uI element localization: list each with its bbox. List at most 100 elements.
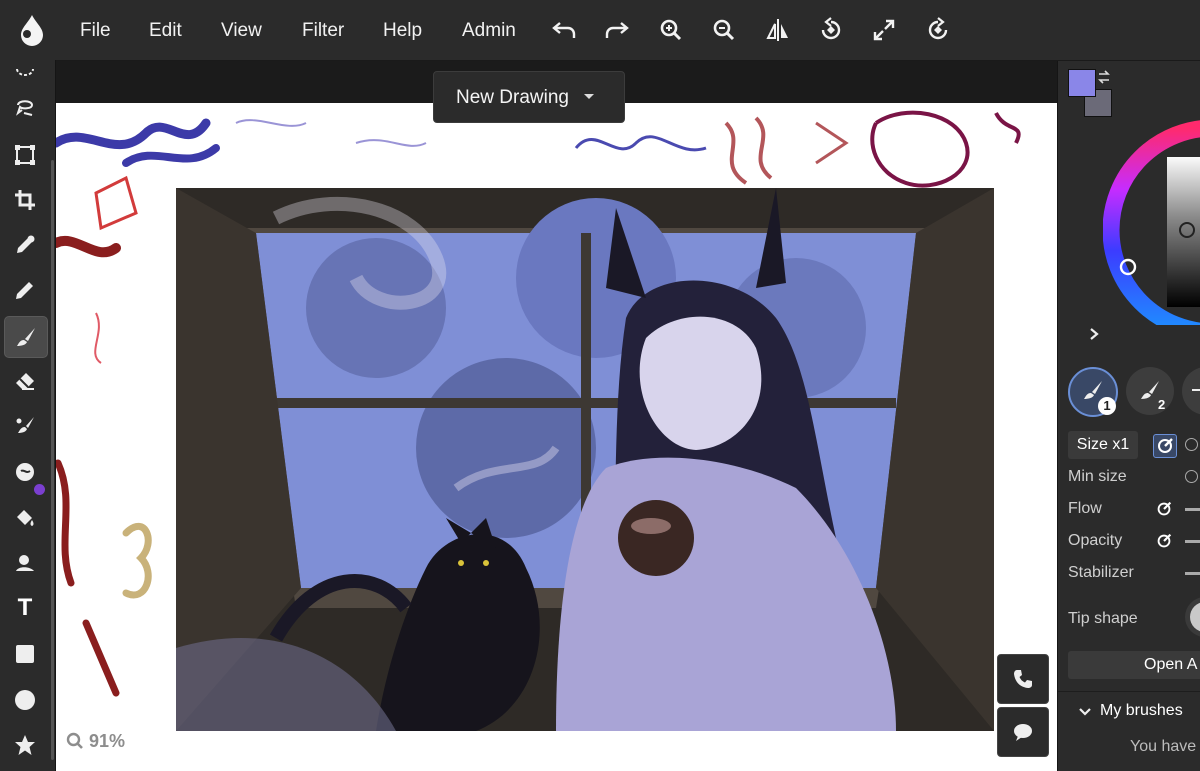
drawing-canvas[interactable] (56, 103, 1057, 771)
pencil-icon (16, 282, 33, 299)
text-icon: T (17, 594, 33, 621)
lasso-icon (16, 100, 34, 116)
eyedropper-tool[interactable] (4, 225, 46, 265)
redo-icon[interactable] (603, 16, 631, 44)
fill-tool[interactable] (4, 498, 46, 538)
stamp-tool[interactable] (4, 544, 46, 584)
brush-slot-3[interactable] (1182, 367, 1200, 415)
blend-icon (16, 417, 34, 433)
flow-label: Flow (1068, 500, 1102, 517)
undo-icon[interactable] (550, 16, 578, 44)
brush-icon (17, 328, 35, 346)
crop-icon (15, 190, 35, 210)
app-logo-icon[interactable] (14, 12, 50, 48)
toolbar-scrollbar[interactable] (51, 160, 54, 760)
slot-number: 1 (1098, 397, 1116, 415)
min-size-radio[interactable] (1185, 470, 1198, 483)
document-title: New Drawing (456, 87, 569, 108)
select-tool[interactable] (4, 46, 46, 86)
stabilizer-slider[interactable] (1185, 572, 1200, 575)
stabilizer-label: Stabilizer (1068, 564, 1134, 581)
rotate-ccw-icon[interactable] (817, 16, 845, 44)
ellipse-tool[interactable] (4, 680, 46, 720)
open-button-label: Open A (1144, 656, 1198, 673)
tip-shape-selector[interactable] (1185, 597, 1200, 637)
opacity-slider[interactable] (1185, 540, 1200, 543)
flow-pressure-toggle[interactable] (1154, 499, 1176, 521)
menu-filter[interactable]: Filter (302, 0, 344, 60)
rotate-cw-icon[interactable] (924, 16, 952, 44)
pressure-size-toggle[interactable] (1153, 434, 1177, 458)
zoom-out-icon[interactable] (710, 16, 738, 44)
ellipse-icon (15, 690, 35, 710)
canvas-workspace[interactable] (56, 61, 1057, 771)
rectangle-icon (16, 645, 34, 663)
phone-icon (1014, 670, 1032, 688)
eraser-tool[interactable] (4, 362, 46, 402)
document-title-dropdown[interactable]: New Drawing (433, 71, 625, 123)
transform-tool[interactable] (4, 135, 46, 175)
pencil-tool[interactable] (4, 270, 46, 310)
chat-button[interactable] (997, 707, 1049, 757)
brush-slot-1[interactable]: 1 (1068, 367, 1118, 417)
smudge-icon (16, 463, 34, 481)
brush-slot-2[interactable]: 2 (1126, 367, 1174, 415)
tool-sidebar: T (0, 60, 56, 771)
search-icon (66, 732, 83, 749)
menu-help[interactable]: Help (383, 0, 422, 60)
right-panel: 1 2 Size x1 Min size Flow Opacity Stabil… (1057, 61, 1200, 771)
stamp-icon (16, 555, 34, 571)
zoom-in-icon[interactable] (657, 16, 685, 44)
chevron-right-icon[interactable] (1088, 327, 1100, 341)
size-multiplier-button[interactable]: Size x1 (1068, 431, 1138, 459)
flow-slider[interactable] (1185, 508, 1200, 511)
min-size-label: Min size (1068, 468, 1127, 485)
chevron-down-icon (584, 94, 594, 99)
tip-shape-label: Tip shape (1068, 610, 1138, 627)
my-brushes-description: You have (1130, 738, 1197, 755)
select-icon (16, 68, 34, 76)
pen-pressure-icon (1157, 501, 1172, 516)
pen-pressure-icon (1158, 438, 1173, 453)
fill-icon (17, 510, 34, 526)
call-button[interactable] (997, 654, 1049, 704)
pen-pressure-icon (1157, 533, 1172, 548)
active-color-dot (34, 484, 45, 495)
menu-edit[interactable]: Edit (149, 0, 182, 60)
zoom-indicator: 91% (66, 731, 125, 752)
rectangle-tool[interactable] (4, 634, 46, 674)
transform-icon (15, 145, 35, 165)
crop-tool[interactable] (4, 180, 46, 220)
slot-number: 2 (1158, 397, 1166, 412)
opacity-pressure-toggle[interactable] (1154, 531, 1176, 553)
menu-file[interactable]: File (80, 0, 111, 60)
opacity-label: Opacity (1068, 532, 1123, 549)
top-menu-bar: File Edit View Filter Help Admin (0, 0, 1200, 61)
my-brushes-section: My brushes You have (1058, 691, 1200, 771)
eraser-icon (16, 373, 34, 390)
text-tool[interactable]: T (4, 588, 46, 628)
shape-tool[interactable] (4, 725, 46, 765)
brush-icon (1192, 389, 1200, 391)
swap-colors-icon[interactable] (1096, 69, 1112, 85)
menu-view[interactable]: View (221, 0, 262, 60)
lasso-tool[interactable] (4, 88, 46, 128)
artwork-image (176, 188, 994, 731)
color-wheel[interactable] (1103, 95, 1200, 325)
zoom-value: 91% (89, 731, 126, 751)
blend-tool[interactable] (4, 406, 46, 446)
fullscreen-icon[interactable] (870, 16, 898, 44)
menu-admin[interactable]: Admin (462, 0, 516, 60)
brush-tool[interactable] (4, 316, 48, 358)
flip-icon[interactable] (764, 16, 792, 44)
shape-icon (15, 735, 35, 755)
primary-color-swatch[interactable] (1068, 69, 1096, 97)
eyedropper-icon (17, 235, 35, 253)
size-radio[interactable] (1185, 438, 1198, 451)
my-brushes-title[interactable]: My brushes (1100, 702, 1183, 720)
brush-icon (1084, 381, 1102, 399)
tip-shape-preview (1190, 602, 1200, 632)
chat-icon (1014, 724, 1032, 741)
open-button[interactable]: Open A (1068, 651, 1200, 679)
chevron-down-icon[interactable] (1078, 706, 1092, 718)
